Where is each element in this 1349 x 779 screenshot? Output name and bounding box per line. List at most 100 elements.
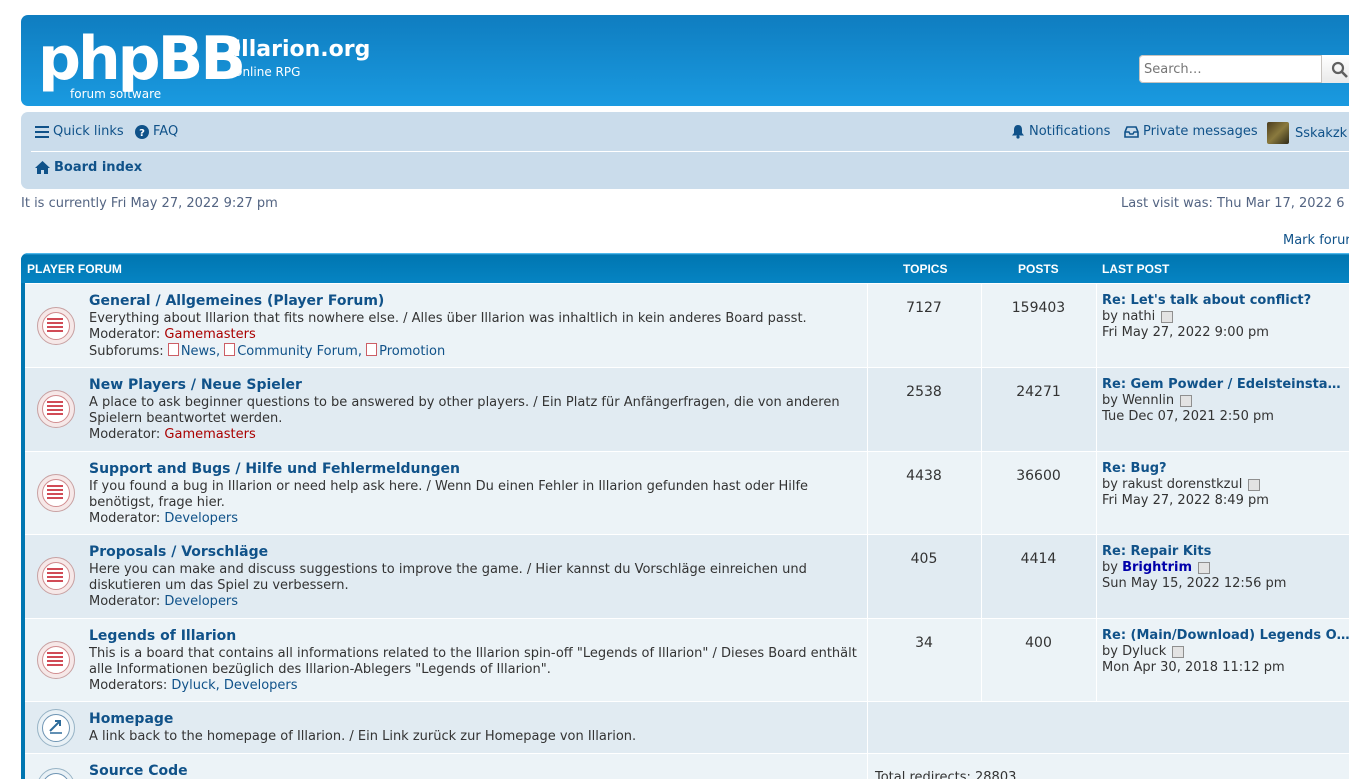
- category-title[interactable]: PLAYER FORUM: [27, 262, 122, 276]
- last-post-title[interactable]: Re: (Main/Download) Legends O…: [1102, 628, 1349, 644]
- moderator-link[interactable]: Developers: [164, 511, 238, 526]
- subforums-label: Subforums:: [89, 344, 164, 359]
- last-post-author[interactable]: Wennlin: [1122, 393, 1174, 408]
- last-post-date: Fri May 27, 2022 8:49 pm: [1102, 493, 1269, 508]
- column-last-post: LAST POST: [1102, 262, 1170, 276]
- forum-title[interactable]: New Players / Neue Spieler: [89, 377, 302, 393]
- svg-text:?: ?: [139, 128, 145, 139]
- forum-row: Legends of Illarion This is a board that…: [25, 618, 1349, 701]
- question-circle-icon: ?: [135, 124, 149, 139]
- forum-title[interactable]: Proposals / Vorschläge: [89, 544, 268, 560]
- page: phpBB forum software Illarion.org Online…: [0, 0, 1349, 779]
- forum-read-icon: [37, 641, 75, 679]
- forum-list-header: PLAYER FORUM TOPICS POSTS LAST POST: [21, 253, 1349, 283]
- faq-label: FAQ: [153, 124, 179, 139]
- mark-forums-read-link[interactable]: Mark forur: [1283, 233, 1349, 248]
- posts-count: 36600: [1016, 468, 1061, 484]
- user-menu[interactable]: Sskakzk: [1267, 122, 1347, 144]
- forum-title[interactable]: Support and Bugs / Hilfe und Fehlermeldu…: [89, 461, 460, 477]
- forum-row-link: Source Code Total redirects: 28803: [25, 753, 1349, 779]
- forum-description: Here you can make and discuss suggestion…: [89, 562, 807, 593]
- forum-read-icon: [37, 307, 75, 345]
- forum-read-icon: [37, 474, 75, 512]
- forum-moderators: Moderators: Dyluck, Developers: [89, 678, 298, 693]
- forum-row: New Players / Neue Spieler A place to as…: [25, 367, 1349, 451]
- last-visit: Last visit was: Thu Mar 17, 2022 6: [1121, 196, 1345, 211]
- moderator-link[interactable]: Developers: [164, 594, 238, 609]
- topics-count: 34: [915, 635, 933, 651]
- last-post-date: Sun May 15, 2022 12:56 pm: [1102, 576, 1287, 591]
- document-icon: [167, 343, 179, 356]
- topics-count: 7127: [906, 300, 942, 316]
- topics-count: 2538: [906, 384, 942, 400]
- search-box: [1139, 55, 1349, 83]
- forum-title[interactable]: Source Code: [89, 763, 188, 779]
- subforum-link[interactable]: News,: [167, 343, 220, 359]
- bell-icon: [1012, 125, 1024, 139]
- subforums: Subforums: News, Community Forum, Promot…: [89, 343, 445, 359]
- notifications-link[interactable]: Notifications: [1011, 124, 1110, 139]
- logo-text: phpBB: [38, 24, 246, 94]
- last-post-author[interactable]: Dyluck: [1122, 644, 1166, 659]
- forum-title[interactable]: Legends of Illarion: [89, 628, 236, 644]
- moderator-link[interactable]: Dyluck, Developers: [171, 678, 297, 693]
- last-post-title[interactable]: Re: Repair Kits: [1102, 544, 1286, 560]
- posts-count: 159403: [1011, 300, 1066, 316]
- last-post: Re: Bug? by rakust dorenstkzul Fri May 2…: [1102, 461, 1269, 508]
- logo-subtext: forum software: [70, 87, 162, 101]
- subforum-link[interactable]: Promotion: [366, 343, 445, 359]
- posts-count: 400: [1025, 635, 1052, 651]
- view-latest-post-icon[interactable]: [1248, 478, 1261, 491]
- total-redirects: Total redirects: 28803: [875, 770, 1017, 779]
- board-index-link[interactable]: Board index: [35, 160, 142, 175]
- last-post-title[interactable]: Re: Let's talk about conflict?: [1102, 293, 1311, 309]
- forum-read-icon: [37, 390, 75, 428]
- posts-count: 24271: [1016, 384, 1061, 400]
- moderator-link[interactable]: Gamemasters: [164, 327, 255, 342]
- navbar: Quick links ? FAQ Notifications Private …: [21, 112, 1349, 189]
- last-post-author[interactable]: Brightrim: [1122, 560, 1192, 575]
- forum-title[interactable]: Homepage: [89, 711, 173, 727]
- forum-row: Support and Bugs / Hilfe und Fehlermeldu…: [25, 451, 1349, 534]
- forum-moderators: Moderator: Gamemasters: [89, 427, 256, 442]
- search-icon: [1331, 61, 1348, 78]
- forum-row: General / Allgemeines (Player Forum) Eve…: [25, 283, 1349, 367]
- forum-title[interactable]: General / Allgemeines (Player Forum): [89, 293, 384, 309]
- view-latest-post-icon[interactable]: [1180, 394, 1193, 407]
- moderator-link[interactable]: Gamemasters: [164, 427, 255, 442]
- last-post-title[interactable]: Re: Gem Powder / Edelsteinsta…: [1102, 377, 1341, 393]
- last-post-title[interactable]: Re: Bug?: [1102, 461, 1269, 477]
- forum-read-icon: [37, 557, 75, 595]
- view-latest-post-icon[interactable]: [1172, 645, 1185, 658]
- last-post: Re: Repair Kits by Brightrim Sun May 15,…: [1102, 544, 1287, 591]
- forum-description: Everything about Illarion that fits nowh…: [89, 311, 807, 326]
- forum-moderators: Moderator: Developers: [89, 594, 239, 609]
- search-button[interactable]: [1321, 55, 1349, 83]
- quick-links-label: Quick links: [53, 124, 124, 139]
- subforum-link[interactable]: Community Forum,: [224, 343, 362, 359]
- forum-moderators: Moderator: Gamemasters: [89, 327, 256, 342]
- posts-count: 4414: [1020, 551, 1057, 567]
- topics-count: 405: [910, 551, 938, 567]
- quick-links-menu[interactable]: Quick links: [35, 124, 124, 139]
- forum-row-link: Homepage A link back to the homepage of …: [25, 701, 1349, 753]
- last-post: Re: Let's talk about conflict? by nathi …: [1102, 293, 1312, 340]
- last-post-date: Fri May 27, 2022 9:00 pm: [1102, 325, 1269, 340]
- site-header: phpBB forum software Illarion.org Online…: [21, 15, 1349, 106]
- phpbb-logo[interactable]: phpBB forum software: [38, 24, 246, 101]
- notifications-label: Notifications: [1029, 124, 1111, 139]
- search-input[interactable]: [1139, 55, 1324, 83]
- private-messages-link[interactable]: Private messages: [1124, 124, 1258, 139]
- private-messages-label: Private messages: [1143, 124, 1258, 139]
- last-post-author[interactable]: rakust dorenstkzul: [1122, 477, 1242, 492]
- faq-link[interactable]: ? FAQ: [135, 124, 178, 139]
- site-name[interactable]: Illarion.org: [233, 37, 370, 62]
- board-index-label: Board index: [54, 160, 143, 175]
- last-post-author[interactable]: nathi: [1122, 309, 1155, 324]
- link-forum-icon: [37, 768, 75, 779]
- view-latest-post-icon[interactable]: [1198, 561, 1211, 574]
- last-post: Re: Gem Powder / Edelsteinsta… by Wennli…: [1102, 377, 1341, 424]
- column-posts: POSTS: [1018, 262, 1059, 276]
- last-post-date: Mon Apr 30, 2018 11:12 pm: [1102, 660, 1285, 675]
- view-latest-post-icon[interactable]: [1161, 310, 1174, 323]
